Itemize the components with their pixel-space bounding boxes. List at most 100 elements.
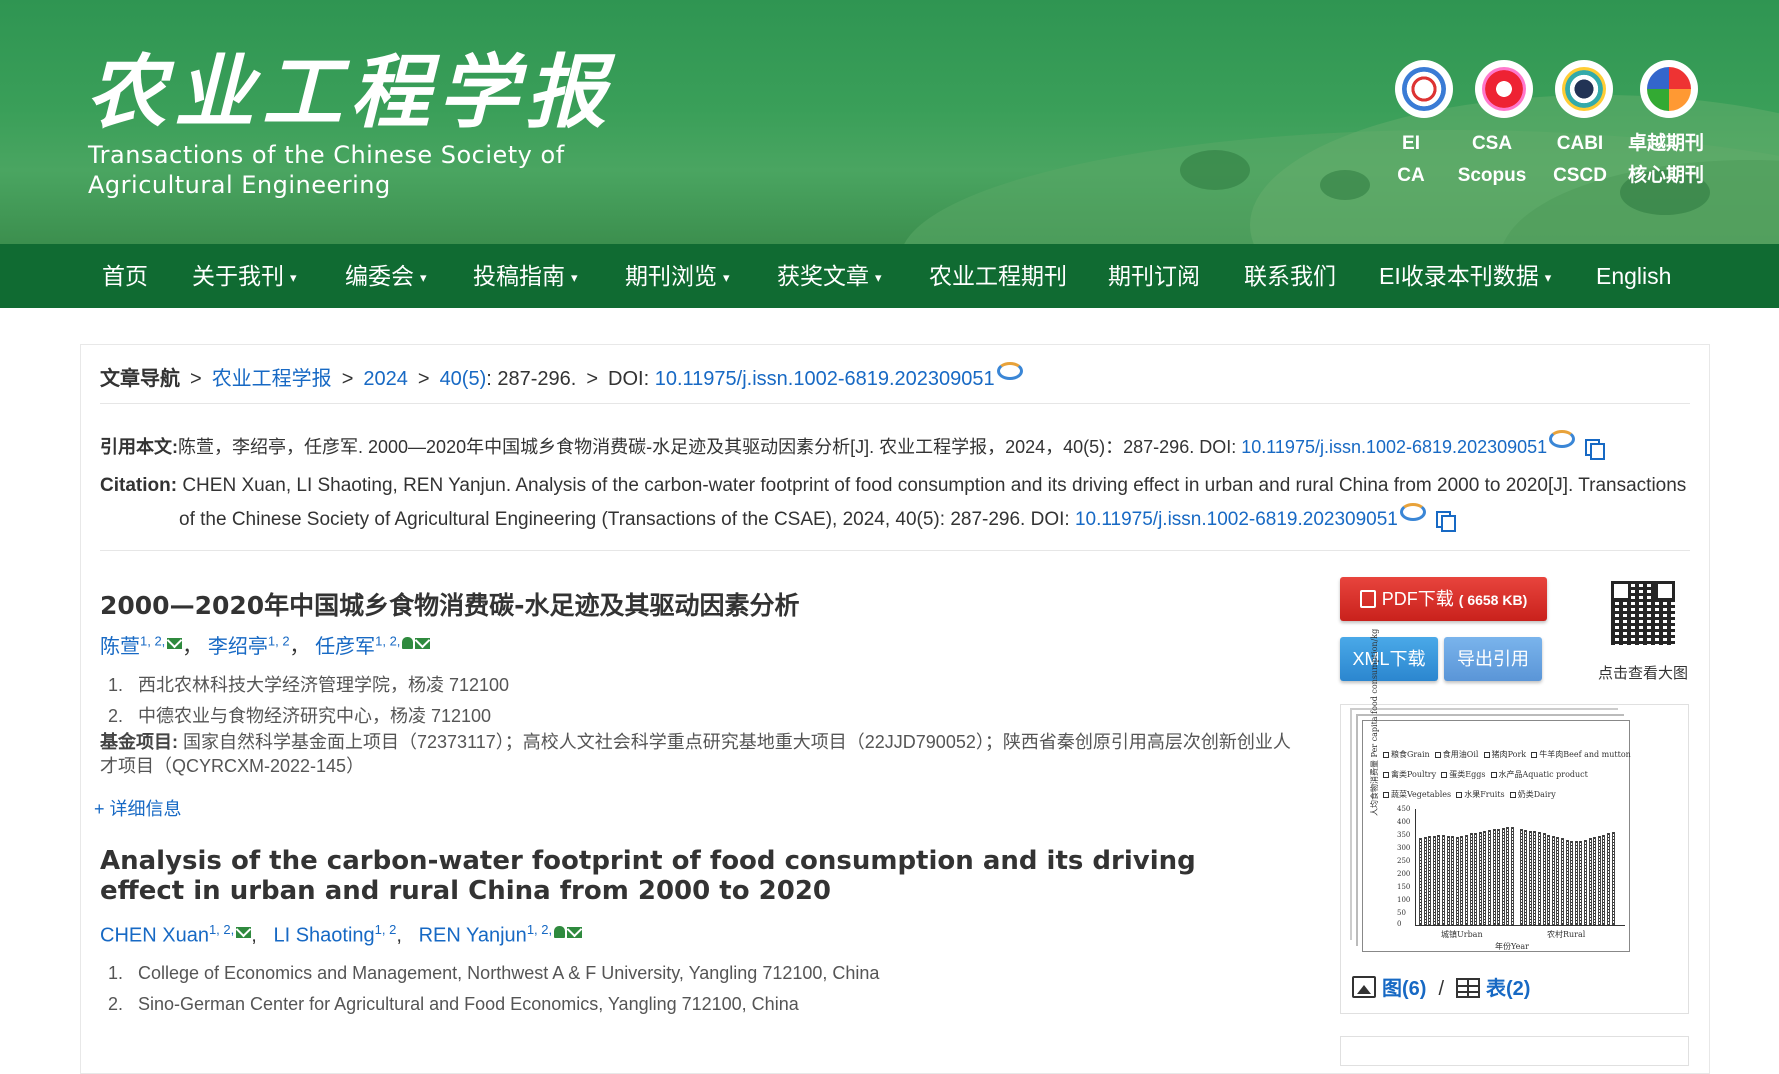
citation-cn-text: 陈萱，李绍亭，任彦军. 2000—2020年中国城乡食物消费碳-水足迹及其驱动因…	[178, 437, 1242, 457]
thumb-bar	[1542, 833, 1546, 925]
thumb-bar	[1584, 840, 1587, 925]
citation-cn-doi-link[interactable]: 10.11975/j.issn.1002-6819.202309051	[1241, 437, 1547, 457]
nav-item-awards[interactable]: 获奖文章 ▾	[777, 244, 882, 308]
export-citation-button[interactable]: 导出引用	[1444, 637, 1542, 681]
thumb-ytick: 200	[1397, 870, 1411, 878]
banner-tree	[1180, 150, 1250, 190]
thumb-bar	[1570, 841, 1574, 925]
citation-cn-label: 引用本文:	[100, 437, 178, 457]
sidebar-next-panel	[1340, 1036, 1689, 1066]
badge-label-zhuoyue: 卓越期刊 核心期刊	[1627, 133, 1704, 186]
thumb-bar	[1565, 840, 1569, 925]
copy-icon[interactable]	[1435, 510, 1456, 532]
tables-link[interactable]: 表(2)	[1486, 978, 1530, 1000]
detail-info-link[interactable]: + 详细信息	[94, 795, 182, 821]
nav-item-home[interactable]: 首页	[102, 244, 148, 308]
thumb-bar	[1611, 832, 1615, 925]
thumb-bar	[1474, 833, 1478, 925]
qr-code-icon[interactable]	[1611, 581, 1675, 645]
thumb-bar	[1597, 836, 1601, 925]
nav-item-about[interactable]: 关于我刊 ▾	[192, 244, 297, 308]
thumb-bar	[1478, 832, 1482, 925]
journal-logo-cn[interactable]: 农业工程学报	[86, 28, 614, 144]
thumb-bar	[1488, 830, 1491, 925]
legend-item: 蛋类Eggs	[1449, 770, 1486, 779]
legend-item: 奶类Dairy	[1517, 790, 1556, 799]
copy-icon[interactable]	[1585, 439, 1606, 461]
nav-item-ag-journals[interactable]: 农业工程期刊	[929, 244, 1067, 308]
thumb-ytick: 0	[1397, 920, 1402, 928]
legend-item: 水产品Aquatic product	[1498, 770, 1588, 779]
citation-en-label: Citation:	[100, 475, 178, 496]
figures-link[interactable]: 图(6)	[1382, 978, 1426, 1000]
legend-row: 粮食Grain 食用油Oil 猪肉Pork 牛羊肉Beef and mutton	[1383, 749, 1631, 760]
crossref-icon[interactable]	[1399, 503, 1426, 521]
zhuoyue-logo-icon	[1640, 60, 1698, 118]
thumb-bar	[1437, 835, 1441, 925]
thumb-bar	[1524, 830, 1528, 925]
thumb-bar	[1511, 827, 1514, 925]
author-link[interactable]: CHEN Xuan	[100, 925, 209, 947]
author-link[interactable]: REN Yanjun	[419, 925, 527, 947]
badge-label-csa: CSA Scopus	[1457, 133, 1527, 186]
csa-logo-icon	[1475, 60, 1533, 118]
nav-item-submission-guide[interactable]: 投稿指南 ▾	[473, 244, 578, 308]
chevron-down-icon: ▾	[1544, 269, 1552, 285]
thumb-ytick: 350	[1397, 831, 1411, 839]
nav-item-ei-data[interactable]: EI收录本刊数据 ▾	[1379, 244, 1551, 308]
affiliation-cn-2: 2. 中德农业与食物经济研究中心，杨凌 712100	[108, 706, 492, 726]
main-nav: 首页 关于我刊 ▾ 编委会 ▾ 投稿指南 ▾ 期刊浏览 ▾ 获奖文章 ▾ 农业工程期刊 期…	[0, 244, 1779, 308]
breadcrumb-year-link[interactable]: 2024	[363, 368, 408, 390]
citation-en-text: CHEN Xuan, LI Shaoting, REN Yanjun. Anal…	[179, 475, 1687, 530]
thumb-bar	[1602, 835, 1606, 925]
figure-thumbnail[interactable]: 粮食Grain 食用油Oil 猪肉Pork 牛羊肉Beef and mutton…	[1362, 629, 1631, 952]
thumb-ylabel: 人均食物消费量 Per capita food consumption/kg	[1370, 628, 1379, 816]
nav-item-browse[interactable]: 期刊浏览 ▾	[625, 244, 730, 308]
thumb-bar	[1551, 836, 1555, 925]
author-link[interactable]: 李绍亭	[208, 636, 268, 658]
table-icon	[1456, 978, 1481, 998]
breadcrumb-issue-link[interactable]: 40(5)	[440, 368, 487, 390]
breadcrumb-journal-link[interactable]: 农业工程学报	[212, 368, 332, 390]
breadcrumb-doi-link[interactable]: 10.11975/j.issn.1002-6819.202309051	[655, 368, 995, 390]
ei-logo-icon	[1395, 60, 1453, 118]
fund-info: 基金项目: 国家自然科学基金面上项目（72373117）；高校人文社会科学重点研…	[100, 730, 1300, 778]
thumb-bar	[1419, 838, 1422, 925]
crossref-icon[interactable]	[996, 362, 1023, 380]
thumb-ytick: 50	[1397, 909, 1406, 917]
chevron-down-icon: ▾	[420, 269, 427, 285]
xml-download-button[interactable]: XML下载	[1340, 637, 1438, 681]
thumb-bar	[1423, 837, 1427, 925]
corresponding-author-icon	[554, 925, 566, 938]
thumb-ytick: 250	[1397, 857, 1411, 865]
mail-icon[interactable]	[567, 926, 583, 938]
author-link[interactable]: LI Shaoting	[273, 925, 374, 947]
nav-item-editorial-board[interactable]: 编委会 ▾	[345, 244, 427, 308]
thumb-bar	[1446, 836, 1450, 925]
divider	[100, 403, 1690, 404]
legend-item: 粮食Grain	[1391, 750, 1430, 759]
thumb-bar	[1519, 829, 1523, 925]
breadcrumb-pages: : 287-296.	[486, 368, 577, 390]
crossref-icon[interactable]	[1549, 430, 1576, 448]
nav-item-subscribe[interactable]: 期刊订阅	[1108, 244, 1200, 308]
thumb-bar	[1460, 836, 1464, 925]
author-link[interactable]: 陈萱	[100, 636, 140, 658]
cabi-logo-icon	[1555, 60, 1613, 118]
qr-code-label[interactable]: 点击查看大图	[1598, 662, 1688, 683]
thumb-bars	[1419, 807, 1623, 925]
nav-item-english[interactable]: English	[1596, 244, 1671, 308]
author-link[interactable]: 任彦军	[315, 636, 375, 658]
thumb-bar	[1547, 835, 1551, 925]
thumb-bar	[1501, 828, 1505, 925]
mail-icon[interactable]	[415, 638, 431, 649]
mail-icon[interactable]	[236, 926, 252, 938]
thumb-bar	[1533, 831, 1537, 925]
citation-en-doi-link[interactable]: 10.11975/j.issn.1002-6819.202309051	[1075, 509, 1398, 530]
breadcrumb-label: 文章导航	[100, 368, 180, 390]
pdf-download-button[interactable]: PDF下载 ( 6658 KB)	[1340, 577, 1547, 621]
mail-icon[interactable]	[167, 638, 183, 649]
thumb-bar	[1469, 833, 1473, 925]
fund-label: 基金项目:	[100, 732, 178, 752]
nav-item-contact[interactable]: 联系我们	[1244, 244, 1336, 308]
